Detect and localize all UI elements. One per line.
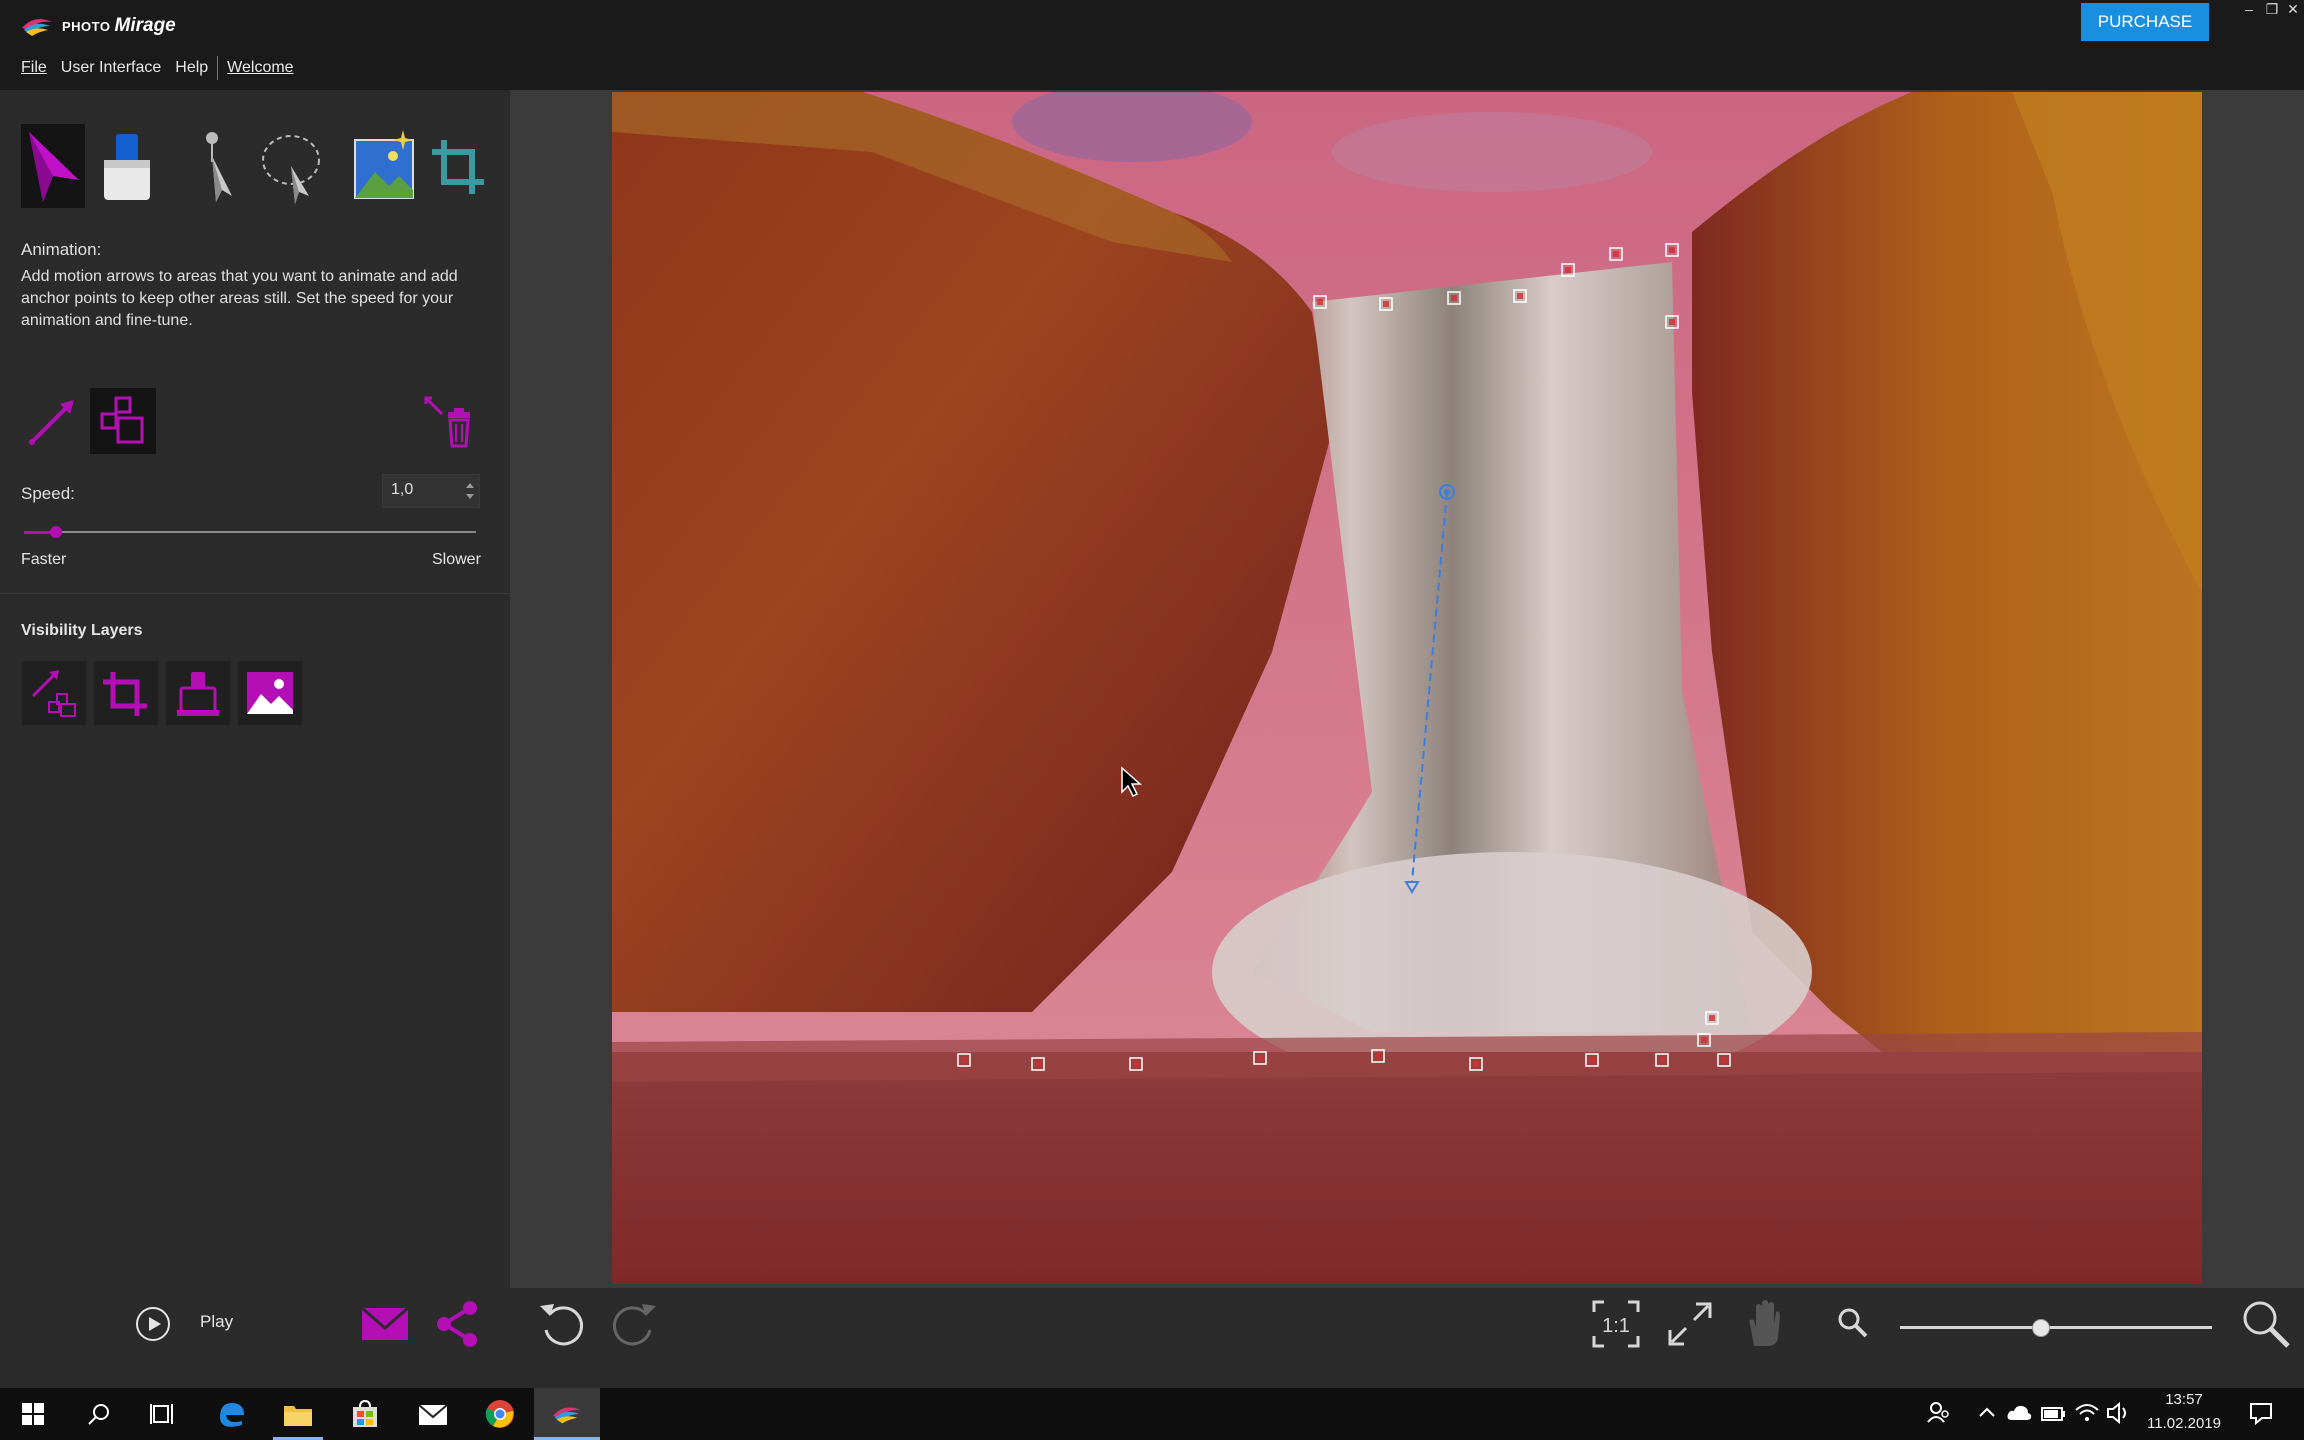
menu-user-interface[interactable]: User Interface: [54, 59, 168, 77]
onedrive-cloud-icon[interactable]: [2006, 1402, 2032, 1424]
waterfall-photo: [612, 92, 2202, 1284]
app-logo: PHOTO Mirage: [20, 14, 176, 38]
email-icon[interactable]: [360, 1304, 410, 1344]
menu-help[interactable]: Help: [168, 59, 215, 77]
motion-arrow-tool[interactable]: [21, 388, 85, 454]
visibility-mask-toggle[interactable]: [166, 661, 230, 725]
visibility-layers-title: Visibility Layers: [21, 622, 143, 639]
zoom-slider-thumb[interactable]: [2032, 1319, 2050, 1337]
crop-layer-icon: [103, 672, 147, 716]
menu-separator: [217, 56, 219, 80]
svg-text:1:1: 1:1: [1602, 1315, 1630, 1337]
folder-icon: [284, 1406, 312, 1426]
image-layer-icon: [247, 672, 293, 714]
speed-faster-label: Faster: [21, 551, 67, 568]
lasso-icon: [262, 135, 320, 204]
eraser-icon: [104, 134, 150, 200]
trash-icon: [424, 396, 470, 448]
taskbar-store[interactable]: [332, 1388, 398, 1440]
photomirage-logo-icon: [22, 19, 52, 36]
animation-description: Add motion arrows to areas that you want…: [21, 268, 458, 329]
anchor-points-icon: [100, 396, 144, 444]
photo-canvas[interactable]: [612, 92, 2202, 1284]
eraser-tool[interactable]: [94, 124, 158, 208]
speed-slider-thumb[interactable]: [50, 526, 62, 538]
people-icon[interactable]: [1926, 1400, 1952, 1426]
zoom-slider-track[interactable]: [1900, 1326, 2212, 1329]
panel-divider: [0, 593, 510, 594]
windows-start-icon: [22, 1403, 44, 1425]
arrows-layer-icon: [31, 670, 76, 717]
notifications-icon[interactable]: [2248, 1400, 2274, 1426]
status-strip: [0, 1362, 2304, 1388]
speed-label: Speed:: [21, 484, 75, 503]
chevron-up-icon[interactable]: [1978, 1404, 1996, 1422]
zoom-out-icon[interactable]: [1836, 1306, 1870, 1340]
speed-spinner-icon[interactable]: [464, 480, 476, 502]
menu-welcome[interactable]: Welcome: [220, 59, 300, 77]
clock-date[interactable]: 11.02.2019: [2140, 1415, 2228, 1432]
battery-icon[interactable]: [2040, 1402, 2066, 1424]
fit-to-screen-icon[interactable]: [1664, 1298, 1716, 1350]
image-tool[interactable]: [352, 124, 416, 208]
close-button[interactable]: ✕: [2282, 0, 2304, 18]
taskbar-chrome[interactable]: [467, 1388, 533, 1440]
select-tool[interactable]: [190, 124, 254, 208]
logo-text-photo: PHOTO: [62, 18, 111, 34]
pan-hand-icon[interactable]: [1742, 1298, 1788, 1350]
taskbar-edge[interactable]: [198, 1388, 264, 1440]
logo-text-mirage: Mirage: [114, 15, 176, 36]
speed-slower-label: Slower: [432, 551, 481, 568]
visibility-image-toggle[interactable]: [238, 661, 302, 725]
chrome-icon: [485, 1400, 514, 1428]
wifi-icon[interactable]: [2074, 1400, 2100, 1426]
animation-title: Animation:: [21, 240, 102, 259]
crop-icon: [432, 140, 484, 194]
zoom-in-icon[interactable]: [2240, 1298, 2292, 1350]
task-view-button[interactable]: [130, 1388, 196, 1440]
anchor-point-tool[interactable]: [90, 388, 156, 454]
purchase-button[interactable]: PURCHASE: [2081, 3, 2209, 41]
taskbar-search[interactable]: [66, 1388, 132, 1440]
undo-icon[interactable]: [536, 1300, 586, 1348]
play-label[interactable]: Play: [200, 1312, 233, 1332]
redo-icon[interactable]: [610, 1300, 660, 1348]
maximize-button[interactable]: ❐: [2261, 0, 2283, 18]
menu-file[interactable]: File: [14, 59, 54, 77]
mask-layer-icon: [177, 672, 219, 716]
photomirage-taskbar-icon: [552, 1407, 582, 1424]
store-bag-icon: [353, 1399, 377, 1427]
volume-icon[interactable]: [2106, 1400, 2132, 1426]
visibility-crop-toggle[interactable]: [94, 661, 158, 725]
speed-slider-track[interactable]: [24, 531, 476, 533]
clock-time[interactable]: 13:57: [2140, 1391, 2228, 1408]
taskbar-photomirage[interactable]: [534, 1388, 600, 1440]
menu-bar: File User Interface Help Welcome: [0, 46, 2304, 90]
minimize-button[interactable]: –: [2238, 0, 2260, 18]
visibility-arrows-toggle[interactable]: [22, 661, 86, 725]
delete-tool[interactable]: [420, 392, 480, 452]
search-icon: [88, 1404, 109, 1425]
start-button[interactable]: [0, 1388, 66, 1440]
lasso-select-tool[interactable]: [258, 124, 326, 208]
motion-arrow-icon: [29, 400, 74, 445]
arrow-icon: [29, 132, 79, 202]
actual-size-icon[interactable]: 1:1: [1590, 1298, 1642, 1350]
play-icon[interactable]: [134, 1305, 172, 1343]
speed-value: 1,0: [391, 481, 414, 498]
animation-tool[interactable]: [21, 124, 85, 208]
crop-tool[interactable]: [426, 124, 490, 208]
task-view-icon: [150, 1404, 173, 1424]
taskbar-file-explorer[interactable]: [265, 1388, 331, 1440]
taskbar-mail[interactable]: [400, 1388, 466, 1440]
mail-icon: [418, 1404, 448, 1425]
image-icon: [354, 130, 414, 199]
edge-browser-icon: [220, 1403, 244, 1427]
title-bar: [0, 0, 2304, 46]
pointer-pin-icon: [206, 132, 232, 202]
share-icon[interactable]: [434, 1300, 480, 1348]
mouse-cursor-icon: [1121, 766, 1142, 798]
